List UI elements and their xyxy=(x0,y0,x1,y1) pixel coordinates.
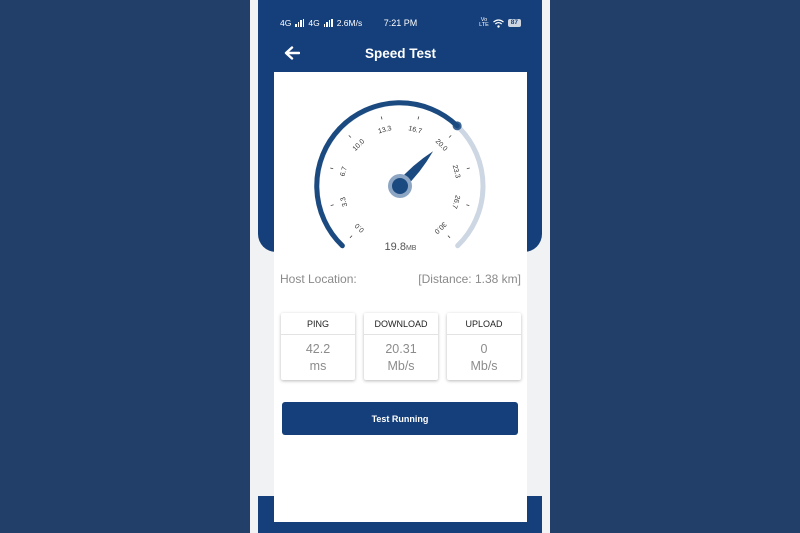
gauge-value: 19.8 xyxy=(384,241,406,253)
host-distance: [Distance: 1.38 km] xyxy=(418,272,521,286)
network-label: 4G xyxy=(308,18,320,28)
gauge-tick-label: 0.0 xyxy=(354,222,366,234)
back-button[interactable] xyxy=(282,43,302,63)
battery-icon: 87 xyxy=(507,19,521,27)
gauge-tick xyxy=(349,235,353,239)
gauge-tick-label: 3.3 xyxy=(340,196,349,207)
stat-title: DOWNLOAD xyxy=(364,313,438,335)
stat-title: PING xyxy=(281,313,355,335)
stat-unit: Mb/s xyxy=(470,359,498,373)
gauge-tick xyxy=(348,135,352,138)
gauge-tick-label: 26.7 xyxy=(450,194,460,209)
gauge-readout: 19.8MB xyxy=(274,241,527,253)
download-card: DOWNLOAD 20.31 Mb/s xyxy=(364,313,438,380)
gauge-tick xyxy=(330,167,334,170)
gauge-tick-label: 10.0 xyxy=(352,138,367,153)
gauge-tick xyxy=(448,135,452,138)
page-title: Speed Test xyxy=(364,45,437,61)
speed-gauge: 0.0 3.3 6.7 10.0 13.3 16.7 20.0 23.3 26.7 30.0 xyxy=(274,72,527,262)
gauge-tick-label: 16.7 xyxy=(408,125,423,135)
gauge-tick xyxy=(380,116,383,120)
signal-icon xyxy=(295,19,305,27)
network-label: 4G xyxy=(280,18,292,28)
stat-value: 0 xyxy=(480,342,488,356)
ping-card: PING 42.2 ms xyxy=(281,313,355,380)
test-running-button[interactable]: Test Running xyxy=(282,402,518,435)
gauge-unit: MB xyxy=(405,245,417,252)
gauge-tick-label: 13.3 xyxy=(377,125,392,135)
gauge-tick-label: 23.3 xyxy=(451,164,461,179)
app-bar: Speed Test xyxy=(274,34,527,72)
phone-screen: 4G 4G 2.6M/s 7:21 PM Vo LTE 87 Speed Tes… xyxy=(274,12,527,522)
gauge-progress-cap xyxy=(452,121,462,131)
gauge-tick xyxy=(417,116,420,120)
gauge-hub xyxy=(392,178,408,194)
gauge-tick-label: 30.0 xyxy=(433,220,448,235)
gauge-tick-label: 20.0 xyxy=(434,138,449,153)
stat-unit: Mb/s xyxy=(387,359,415,373)
signal-icon xyxy=(323,19,333,27)
wifi-icon xyxy=(492,18,504,28)
gauge-svg: 0.0 3.3 6.7 10.0 13.3 16.7 20.0 23.3 26.7 30.0 xyxy=(314,100,486,249)
stat-title: UPLOAD xyxy=(447,313,521,335)
gauge-tick xyxy=(447,235,451,239)
gauge-tick-label: 6.7 xyxy=(340,166,349,177)
gauge-tick xyxy=(466,204,470,206)
gauge-tick xyxy=(330,204,334,206)
stat-value: 42.2 xyxy=(305,342,331,356)
network-speed: 2.6M/s xyxy=(336,18,363,28)
gauge-tick xyxy=(466,167,470,170)
arrow-left-icon xyxy=(284,46,300,60)
status-bar: 4G 4G 2.6M/s 7:21 PM Vo LTE 87 xyxy=(274,12,527,34)
host-location-label: Host Location: xyxy=(280,272,357,286)
stat-value: 20.31 xyxy=(385,342,417,356)
volte-icon: Vo LTE xyxy=(479,17,489,28)
host-row: Host Location: [Distance: 1.38 km] xyxy=(280,272,521,286)
stats-row: PING 42.2 ms DOWNLOAD 20.31 Mb/s UPLOAD … xyxy=(281,313,521,380)
gauge-progress xyxy=(314,100,460,249)
upload-card: UPLOAD 0 Mb/s xyxy=(447,313,521,380)
stat-unit: ms xyxy=(309,359,327,373)
